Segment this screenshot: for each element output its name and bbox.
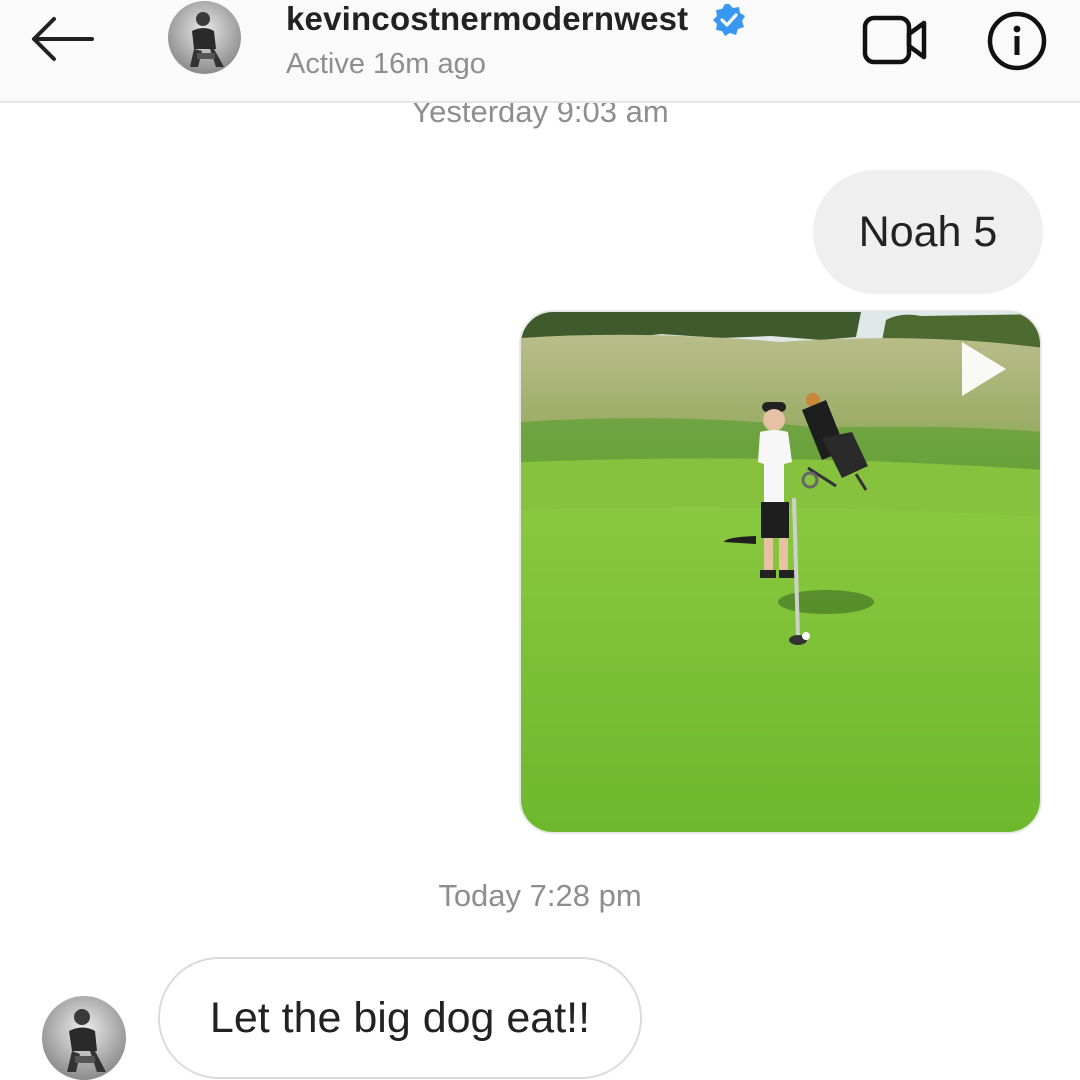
sent-message-bubble[interactable]: Noah 5 xyxy=(813,170,1043,294)
received-message-bubble[interactable]: Let the big dog eat!! xyxy=(158,957,642,1079)
sender-avatar[interactable] xyxy=(42,996,126,1080)
info-icon xyxy=(987,11,1047,71)
username[interactable]: kevincostnermodernwest xyxy=(286,0,688,38)
verified-badge-icon xyxy=(713,4,745,36)
back-arrow-icon xyxy=(32,17,94,61)
video-message[interactable] xyxy=(519,310,1042,834)
profile-avatar[interactable] xyxy=(168,1,241,74)
back-button[interactable] xyxy=(26,10,100,68)
chat-header: kevincostnermodernwest Active 16m ago xyxy=(0,0,1080,103)
active-status: Active 16m ago xyxy=(286,48,486,80)
info-button[interactable] xyxy=(985,8,1051,74)
play-icon[interactable] xyxy=(958,338,1010,400)
video-call-icon xyxy=(862,15,927,65)
video-call-button[interactable] xyxy=(860,10,930,68)
timestamp-today: Today 7:28 pm xyxy=(438,878,642,913)
